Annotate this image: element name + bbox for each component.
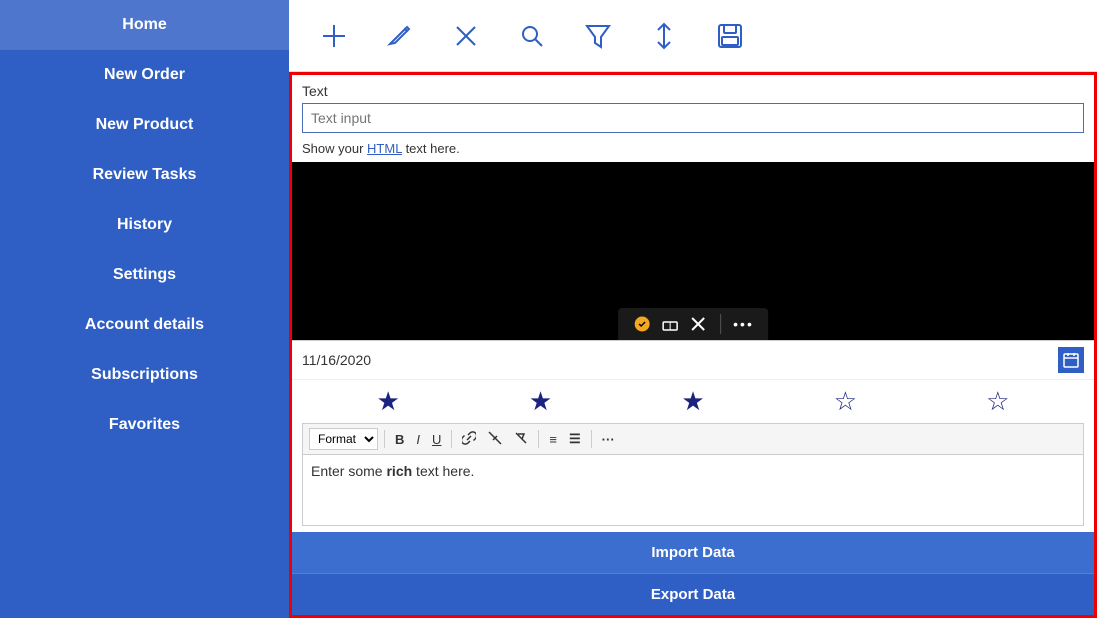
rich-editor-toolbar: Format B I U — [303, 424, 1083, 455]
date-row: 11/16/2020 — [292, 340, 1094, 379]
html-preview-suffix: text here. — [402, 141, 460, 156]
floating-toolbar: ••• — [618, 308, 768, 340]
stars-row: ★ ★ ★ ☆ ☆ — [292, 379, 1094, 423]
toolbar-sep-4 — [591, 430, 592, 448]
text-input[interactable] — [302, 103, 1084, 133]
rich-body-rich: rich — [386, 463, 412, 479]
toolbar-sep-3 — [538, 430, 539, 448]
star-4[interactable]: ☆ — [834, 386, 857, 417]
sidebar-item-home[interactable]: Home — [0, 0, 289, 50]
filter-icon[interactable] — [583, 21, 613, 51]
star-2[interactable]: ★ — [529, 386, 552, 417]
add-icon[interactable] — [319, 21, 349, 51]
delete-icon[interactable] — [451, 21, 481, 51]
rich-text-editor: Format B I U — [302, 423, 1084, 526]
unordered-list-button[interactable]: ☰ — [565, 429, 585, 449]
html-preview: Show your HTML text here. — [292, 137, 1094, 162]
pen-icon[interactable] — [632, 314, 652, 334]
format-select[interactable]: Format — [309, 428, 378, 450]
calendar-button[interactable] — [1058, 347, 1084, 373]
eraser-icon[interactable] — [660, 314, 680, 334]
sidebar-item-settings[interactable]: Settings — [0, 250, 289, 300]
sort-icon[interactable] — [649, 21, 679, 51]
sidebar-item-review-tasks[interactable]: Review Tasks — [0, 150, 289, 200]
clear-format-button[interactable] — [510, 429, 532, 450]
search-icon[interactable] — [517, 21, 547, 51]
ordered-list-button[interactable]: ≡ — [545, 430, 561, 449]
close-icon[interactable] — [688, 314, 708, 334]
date-value: 11/16/2020 — [302, 352, 1058, 368]
toolbar-sep-1 — [384, 430, 385, 448]
star-3[interactable]: ★ — [681, 386, 704, 417]
sidebar-item-favorites[interactable]: Favorites — [0, 400, 289, 450]
link-button[interactable] — [458, 429, 480, 450]
html-link[interactable]: HTML — [367, 141, 402, 156]
html-preview-prefix: Show your — [302, 141, 367, 156]
sidebar-item-new-product[interactable]: New Product — [0, 100, 289, 150]
main-content: Text Show your HTML text here. — [289, 0, 1097, 618]
rich-body-suffix: text here. — [412, 463, 474, 479]
star-1[interactable]: ★ — [377, 386, 400, 417]
toolbar — [289, 0, 1097, 72]
more-rte-button[interactable]: ··· — [598, 430, 619, 449]
black-area: ••• — [292, 162, 1094, 340]
toolbar-separator — [720, 314, 721, 334]
import-button[interactable]: Import Data — [292, 532, 1094, 573]
save-icon[interactable] — [715, 21, 745, 51]
sidebar: HomeNew OrderNew ProductReview TasksHist… — [0, 0, 289, 618]
italic-button[interactable]: I — [412, 430, 424, 449]
bottom-buttons: Import Data Export Data — [292, 532, 1094, 615]
edit-icon[interactable] — [385, 21, 415, 51]
text-input-row — [302, 103, 1084, 133]
rich-body-prefix: Enter some — [311, 463, 386, 479]
sidebar-item-account-details[interactable]: Account details — [0, 300, 289, 350]
unlink-button[interactable] — [484, 429, 506, 450]
bold-button[interactable]: B — [391, 430, 408, 449]
star-5[interactable]: ☆ — [986, 386, 1009, 417]
rich-editor-body[interactable]: Enter some rich text here. — [303, 455, 1083, 525]
sidebar-item-new-order[interactable]: New Order — [0, 50, 289, 100]
content-wrapper: Text Show your HTML text here. — [289, 72, 1097, 618]
sidebar-item-history[interactable]: History — [0, 200, 289, 250]
export-button[interactable]: Export Data — [292, 573, 1094, 615]
sidebar-item-subscriptions[interactable]: Subscriptions — [0, 350, 289, 400]
underline-button[interactable]: U — [428, 430, 445, 449]
text-label: Text — [292, 75, 1094, 103]
more-options-icon[interactable]: ••• — [733, 316, 754, 332]
toolbar-sep-2 — [451, 430, 452, 448]
